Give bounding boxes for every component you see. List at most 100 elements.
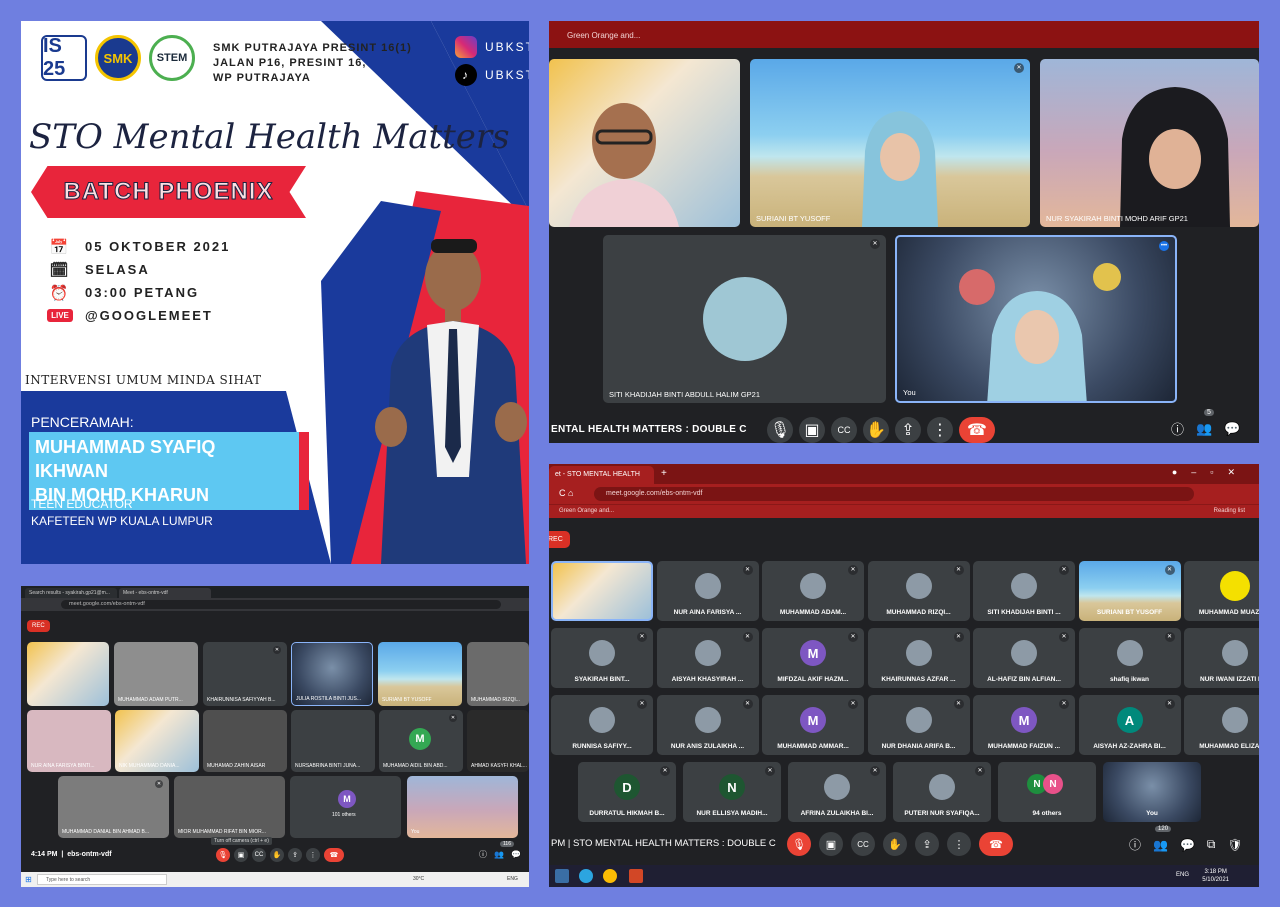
participant-tile[interactable]: SURIANI BT YUSOFF <box>378 642 462 706</box>
present-button[interactable]: ⇪ <box>288 848 302 862</box>
leave-call-button[interactable]: ☎ <box>959 417 995 443</box>
reload-icon[interactable]: C ⌂ <box>559 488 573 498</box>
present-button[interactable]: ⇪ <box>895 417 921 443</box>
raise-hand-button[interactable]: ✋ <box>863 417 889 443</box>
leave-call-button[interactable]: ☎ <box>979 832 1013 856</box>
participant-tile[interactable]: MUHAMMAD ELIZA E...✕ <box>1184 695 1259 755</box>
participant-tile[interactable]: NUR AINA FARISYA ... ✕ <box>656 561 759 621</box>
raise-hand-button[interactable]: ✋ <box>883 832 907 856</box>
chat-icon[interactable]: 💬 <box>1180 838 1195 852</box>
browser-tab-active[interactable]: Meet - ebs-ontm-vdf <box>119 588 211 598</box>
participant-tile[interactable]: shafiq ikwan ✕ <box>1078 628 1181 688</box>
microphone-button[interactable]: 🎙 <box>787 832 811 856</box>
taskbar-app-icon[interactable] <box>555 869 569 883</box>
chat-icon[interactable]: 💬 <box>1224 421 1240 437</box>
present-button[interactable]: ⇪ <box>915 832 939 856</box>
browser-tab-active[interactable]: et - STO MENTAL HEALTH <box>549 466 654 484</box>
people-icon[interactable]: 👥 5 <box>1196 408 1214 437</box>
participant-tile[interactable]: MUHAMMAD RIZQI... <box>467 642 529 706</box>
participant-tile-self[interactable]: You <box>1103 762 1201 822</box>
info-icon[interactable]: ⓘ <box>1129 836 1141 853</box>
new-tab-button[interactable]: + <box>661 468 667 479</box>
participant-tile[interactable]: AISYAH KHASYIRAH ... ✕ <box>656 628 759 688</box>
participant-tile[interactable]: M MUHAMMAD AMMAR... ✕ <box>762 695 864 755</box>
participant-tile[interactable]: MUHAMMAD RIZQI... ✕ <box>867 561 970 621</box>
participant-tile[interactable]: M MIFDZAL AKIF HAZM... ✕ <box>762 628 864 688</box>
host-controls-icon[interactable]: 🛡 <box>1228 838 1243 852</box>
participant-tile[interactable]: MUHAMMAD ADAM PUTR... <box>114 642 198 706</box>
windows-start-icon[interactable]: ⊞ <box>25 875 32 884</box>
participant-tile[interactable]: NIK MUHAMMAD DANIA... <box>115 710 199 772</box>
participant-tile[interactable]: SYAKIRAH BINT... ✕ <box>551 628 653 688</box>
camera-button[interactable]: ▣ <box>819 832 843 856</box>
participant-tile-speaker[interactable] <box>549 59 740 227</box>
chat-icon[interactable]: 💬 <box>511 850 521 859</box>
info-icon[interactable]: ⓘ <box>1171 419 1184 438</box>
participant-tile[interactable]: RUNNISA SAFIYY... ✕ <box>551 695 653 755</box>
participant-tile[interactable] <box>27 642 109 706</box>
participant-tile[interactable]: MUHAMAD ZAHIN AISAR <box>203 710 287 772</box>
participant-tile[interactable]: NURSABRINA BINTI JUNA... <box>291 710 375 772</box>
more-options-icon[interactable]: ••• <box>1159 241 1169 251</box>
window-controls[interactable]: ●–▫✕ <box>1172 467 1249 478</box>
participant-tile-self[interactable]: You ••• <box>895 235 1177 403</box>
url-input[interactable]: meet.google.com/ebs-ontm-vdf <box>61 600 501 609</box>
participant-tile[interactable]: NUR IWANI IZZATI BI...✕ <box>1184 628 1259 688</box>
participant-tile[interactable]: SITI KHADIJAH BINTI ... ✕ <box>973 561 1075 621</box>
browser-tab[interactable]: Search results - syakirah.gp21@m... <box>25 588 117 598</box>
participant-avatar <box>1222 707 1248 733</box>
participant-tile[interactable]: A AISYAH AZ-ZAHRA BI... ✕ <box>1078 695 1181 755</box>
more-options-button[interactable]: ⋮ <box>947 832 971 856</box>
participant-tile[interactable]: NUR SYAKIRAH BINTI MOHD ARIF GP21 <box>1040 59 1259 227</box>
people-icon[interactable]: 👥 120 <box>1153 825 1172 852</box>
participant-tile[interactable]: NUR DHANIA ARIFA B... ✕ <box>867 695 970 755</box>
more-options-button[interactable]: ⋮ <box>927 417 953 443</box>
telegram-icon[interactable] <box>579 869 593 883</box>
activities-icon[interactable]: ⧉ <box>1207 837 1216 852</box>
captions-button[interactable]: CC <box>851 832 875 856</box>
participant-tile[interactable]: AFRINA ZULAIKHA BI... ✕ <box>788 762 886 822</box>
participant-tile[interactable]: NUR ANIS ZULAIKHA ... ✕ <box>656 695 759 755</box>
captions-button[interactable]: CC <box>252 848 266 862</box>
taskbar-search-input[interactable]: Type here to search <box>37 874 167 885</box>
bookmark-item[interactable]: Green Orange and... <box>559 508 614 514</box>
others-tile[interactable]: N N 94 others <box>998 762 1096 822</box>
camera-button[interactable]: ▣ <box>799 417 825 443</box>
microphone-button[interactable]: 🎙 <box>216 848 230 862</box>
participant-tile[interactable]: M MUHAMMAD FAIZUN ... ✕ <box>973 695 1075 755</box>
powerpoint-icon[interactable] <box>629 869 643 883</box>
participant-tile[interactable]: M MUHAMAD AIDIL BIN ABD... ✕ <box>379 710 463 772</box>
participant-avatar: M <box>800 707 826 733</box>
participant-tile[interactable]: MUHAMMAD ADAM... ✕ <box>762 561 864 621</box>
participant-tile[interactable]: JULIA ROSTILA BINTI JUS... <box>291 642 373 706</box>
url-input[interactable]: meet.google.com/ebs-ontm-vdf <box>594 487 1194 501</box>
participant-tile-self[interactable]: You <box>407 776 518 838</box>
info-icon[interactable]: ⓘ <box>479 849 487 860</box>
more-options-button[interactable]: ⋮ <box>306 848 320 862</box>
participant-tile[interactable]: MIOR MUHAMMAD RIFAT BIN MIOR... <box>174 776 285 838</box>
participant-tile[interactable]: SITI KHADIJAH BINTI ABDULL HALIM GP21 ✕ <box>603 235 886 403</box>
chrome-icon[interactable] <box>603 869 617 883</box>
participant-avatar <box>1116 640 1143 666</box>
participant-tile[interactable]: AL-HAFIZ BIN ALFIAN... ✕ <box>973 628 1075 688</box>
participant-tile[interactable]: KHAIRUNNAS AZFAR ... ✕ <box>867 628 970 688</box>
participant-tile[interactable]: D DURRATUL HIKMAH B... ✕ <box>578 762 676 822</box>
participant-tile[interactable]: SURIANI BT YUSOFF ✕ <box>1078 561 1181 621</box>
leave-call-button[interactable]: ☎ <box>324 848 344 862</box>
participant-tile[interactable]: NUR AINA FARISYA BINTI... <box>27 710 111 772</box>
participant-tile[interactable]: PUTERI NUR SYAFIQA... ✕ <box>893 762 991 822</box>
participant-tile[interactable]: N NUR ELLISYA MADIH... ✕ <box>683 762 781 822</box>
participant-tile[interactable]: AHMAD KASYFI KHAL... <box>467 710 529 772</box>
participant-tile[interactable]: MUHAMMAD MUAZ B...✕ <box>1184 561 1259 621</box>
camera-button[interactable]: ▣ <box>234 848 248 862</box>
reading-list-button[interactable]: Reading list <box>1214 508 1245 514</box>
people-icon[interactable]: 👥 116 <box>494 841 514 859</box>
participant-tile[interactable] <box>551 561 653 621</box>
participant-tile[interactable]: MUHAMMAD DANIAL BIN AHMAD B... ✕ <box>58 776 169 838</box>
participant-tile[interactable]: SURIANI BT YUSOFF ✕ <box>750 59 1030 227</box>
others-tile[interactable]: M 101 others <box>290 776 401 838</box>
raise-hand-button[interactable]: ✋ <box>270 848 284 862</box>
captions-button[interactable]: CC <box>831 417 857 443</box>
microphone-button[interactable]: 🎙 <box>767 417 793 443</box>
participant-tile[interactable]: KHAIRUNNISA SAFIYYAH B... ✕ <box>203 642 287 706</box>
